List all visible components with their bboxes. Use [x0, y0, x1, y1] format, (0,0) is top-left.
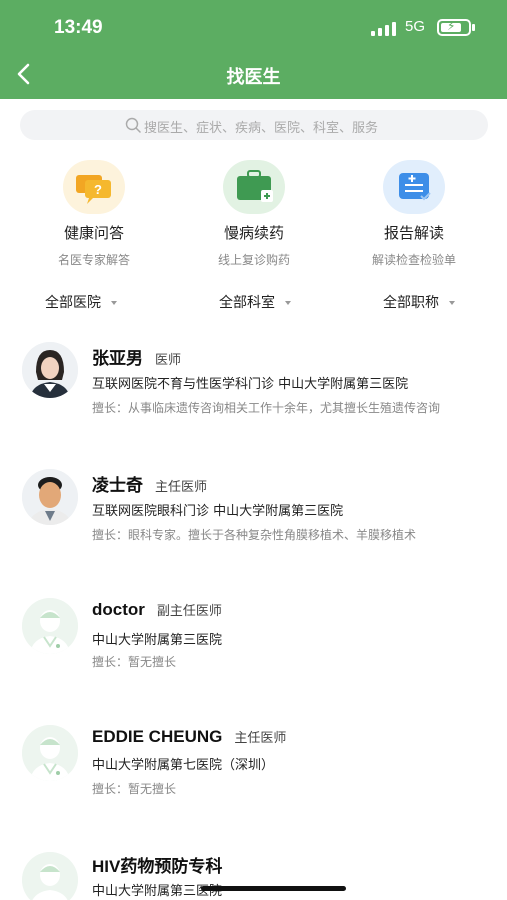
- feature-sub: 线上复诊购药: [217, 253, 290, 267]
- doctor-hospital: 中山大学附属第七医院（深圳）: [92, 758, 275, 773]
- page-title: 找医生: [226, 67, 281, 88]
- network-label: 5G: [405, 18, 426, 35]
- svg-text:?: ?: [94, 182, 102, 197]
- doctor-card[interactable]: 张亚男 医师 互联网医院不育与性医学科门诊 中山大学附属第三医院 擅长：从事临床遗…: [0, 340, 507, 440]
- doctor-name: EDDIE CHEUNG 主任医师: [92, 727, 286, 747]
- caret-down-icon: [285, 301, 291, 305]
- feature-label: 慢病续药: [223, 224, 284, 242]
- feature-label: 健康问答: [63, 224, 124, 242]
- doctor-avatar: [22, 469, 78, 525]
- feature-sub: 解读检查检验单: [371, 253, 456, 267]
- feature-health-qa[interactable]: ? 健康问答 名医专家解答: [29, 160, 159, 268]
- report-icon: [383, 160, 445, 214]
- doctor-name-text: 张亚男: [92, 349, 143, 368]
- doctor-avatar: [22, 342, 78, 398]
- doctor-title: 医师: [155, 353, 182, 368]
- status-time: 13:49: [54, 17, 103, 38]
- chat-question-icon: ?: [63, 160, 125, 214]
- doctor-card[interactable]: EDDIE CHEUNG 主任医师 中山大学附属第七医院（深圳） 擅长：暂无擅长: [0, 721, 507, 821]
- doctor-hospital: 中山大学附属第三医院: [92, 633, 223, 648]
- doctor-hospital: 互联网医院眼科门诊 中山大学附属第三医院: [92, 504, 344, 519]
- search-placeholder: 搜医生、症状、疾病、医院、科室、服务: [144, 121, 379, 136]
- filter-label: 全部职称: [383, 295, 439, 311]
- doctor-card[interactable]: doctor 副主任医师 中山大学附属第三医院 擅长：暂无擅长: [0, 594, 507, 694]
- filter-label: 全部医院: [45, 295, 101, 311]
- doctor-name: doctor 副主任医师: [92, 600, 222, 620]
- doctor-skill: 擅长：暂无擅长: [92, 782, 177, 796]
- default-doctor-avatar-icon: [22, 598, 78, 654]
- default-doctor-avatar-icon: [22, 852, 78, 900]
- feature-label: 报告解读: [383, 224, 444, 242]
- battery-tip: [472, 24, 475, 31]
- filter-department[interactable]: 全部科室: [219, 292, 291, 312]
- caret-down-icon: [449, 301, 455, 305]
- doctor-name: 张亚男 医师: [92, 344, 181, 369]
- doctor-hospital: 互联网医院不育与性医学科门诊 中山大学附属第三医院: [92, 377, 409, 392]
- doctor-name-text: 凌士奇: [92, 476, 143, 495]
- doctor-card[interactable]: 凌士奇 主任医师 互联网医院眼科门诊 中山大学附属第三医院 擅长：眼科专家。擅长于…: [0, 467, 507, 567]
- doctor-name-text: HIV药物预防专科: [92, 857, 223, 876]
- feature-sub: 名医专家解答: [57, 253, 130, 267]
- doctor-skill: 擅长：从事临床遗传咨询相关工作十余年，尤其擅长生殖遗传咨询: [92, 401, 441, 415]
- doctor-title: 主任医师: [155, 480, 208, 495]
- doctor-title: 副主任医师: [156, 604, 222, 619]
- filter-title[interactable]: 全部职称: [383, 292, 455, 312]
- default-doctor-avatar-icon: [22, 725, 78, 781]
- filter-hospital[interactable]: 全部医院: [45, 292, 117, 312]
- doctor-skill: 擅长：暂无擅长: [92, 655, 177, 669]
- doctor-title: 主任医师: [234, 731, 287, 746]
- doctor-card[interactable]: HIV药物预防专科 中山大学附属第三医院: [0, 848, 507, 900]
- medicine-kit-icon: [223, 160, 285, 214]
- search-input[interactable]: 搜医生、症状、疾病、医院、科室、服务: [20, 110, 488, 140]
- doctor-skill: 擅长：眼科专家。擅长于各种复杂性角膜移植术、羊膜移植术: [92, 528, 417, 542]
- search-icon: [125, 117, 141, 133]
- feature-chronic-refill[interactable]: 慢病续药 线上复诊购药: [189, 160, 319, 268]
- doctor-name-text: doctor: [92, 600, 145, 619]
- feature-report-reading[interactable]: 报告解读 解读检查检验单: [349, 160, 479, 268]
- doctor-name: 凌士奇 主任医师: [92, 471, 207, 496]
- doctor-name: HIV药物预防专科: [92, 852, 222, 877]
- header-bar: 13:49 5G ⚡ 找医生: [0, 0, 507, 99]
- filter-label: 全部科室: [219, 295, 275, 311]
- home-indicator[interactable]: [201, 886, 346, 891]
- battery-icon: ⚡: [437, 19, 471, 36]
- signal-icon: [371, 22, 397, 36]
- caret-down-icon: [111, 301, 117, 305]
- doctor-name-text: EDDIE CHEUNG: [92, 727, 223, 746]
